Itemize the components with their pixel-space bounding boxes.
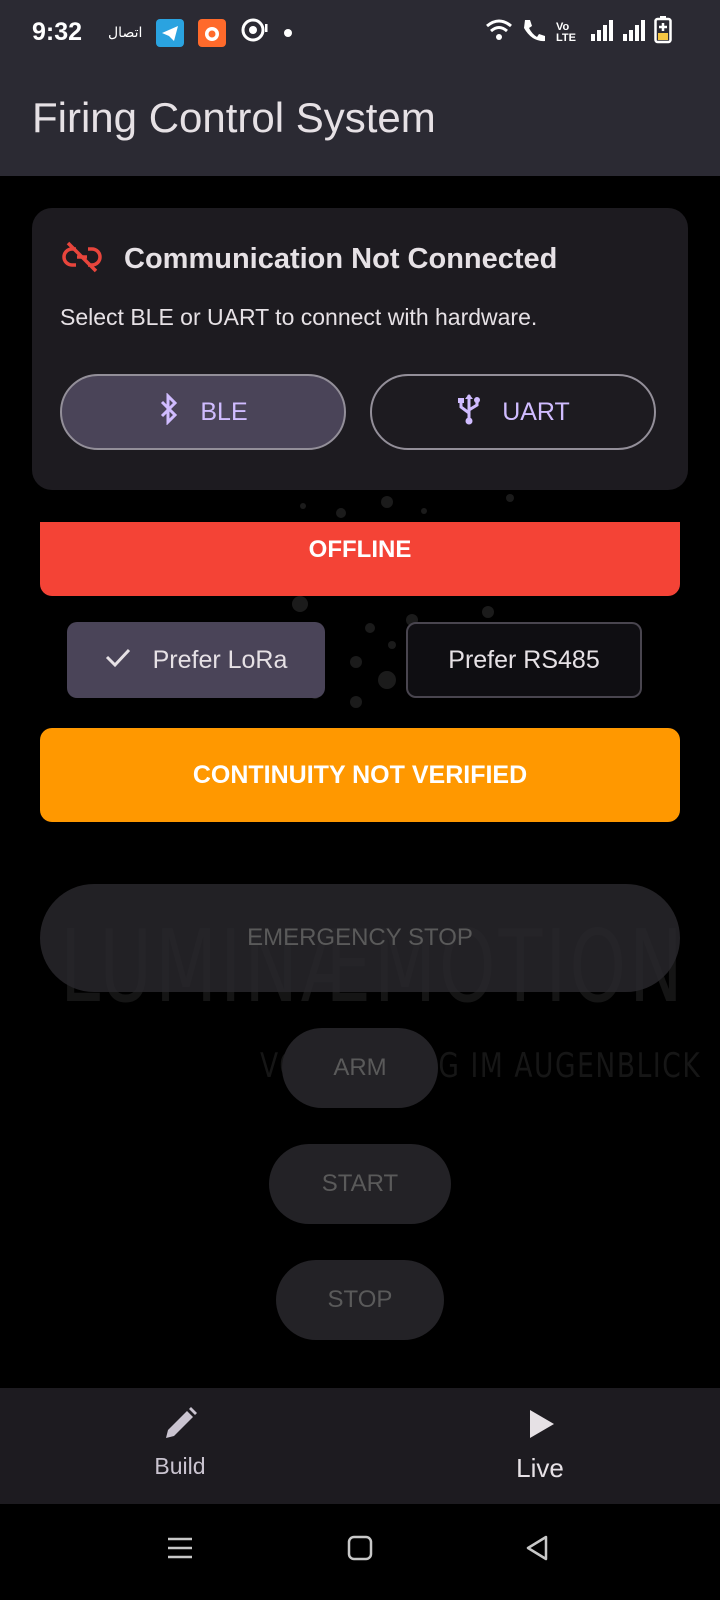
carrier-icon: اتصال xyxy=(108,24,143,40)
volte-label: Vo LTE xyxy=(556,20,576,44)
prefer-lora-label: Prefer LoRa xyxy=(152,645,288,674)
prefer-rs485-label: Prefer RS485 xyxy=(448,645,600,674)
status-icons-left: اتصال xyxy=(108,16,293,49)
stop-button[interactable]: STOP xyxy=(276,1260,444,1340)
offline-status-label: OFFLINE xyxy=(308,536,412,563)
ble-button[interactable]: BLE xyxy=(60,374,346,450)
telegram-icon xyxy=(156,18,185,47)
prefer-rs485-chip[interactable]: Prefer RS485 xyxy=(406,622,642,698)
communication-title: Communication Not Connected xyxy=(124,243,558,275)
signal-icon xyxy=(590,19,616,46)
usb-icon xyxy=(456,393,482,432)
start-button[interactable]: START xyxy=(269,1144,451,1224)
status-icons-right: Vo LTE xyxy=(484,16,672,49)
wifi-icon xyxy=(484,17,514,48)
continuity-status-label: CONTINUITY NOT VERIFIED xyxy=(192,761,528,789)
uart-button-label: UART xyxy=(502,397,570,426)
play-icon xyxy=(520,1410,560,1448)
arm-button[interactable]: ARM xyxy=(282,1028,438,1108)
signal-icon xyxy=(622,19,648,46)
status-time: 9:32 xyxy=(32,18,83,46)
dot-icon xyxy=(284,28,293,37)
communication-title-row: Communication Not Connected xyxy=(62,240,557,279)
link-off-icon xyxy=(62,240,102,279)
prefer-lora-chip[interactable]: Prefer LoRa xyxy=(67,622,325,698)
communication-subtitle: Select BLE or UART to connect with hardw… xyxy=(60,304,538,330)
emergency-stop-button[interactable]: EMERGENCY STOP xyxy=(40,884,680,992)
bluetooth-icon xyxy=(158,391,180,432)
bottom-navigation: Build Live xyxy=(0,1388,720,1504)
nav-item-live[interactable]: Live xyxy=(450,1404,630,1484)
continuity-status-bar: CONTINUITY NOT VERIFIED xyxy=(40,728,680,822)
app-icon xyxy=(198,18,227,47)
offline-status-bar: OFFLINE xyxy=(40,522,680,596)
pencil-icon xyxy=(160,1407,200,1448)
stop-label: STOP xyxy=(327,1286,393,1313)
nav-live-label: Live xyxy=(516,1453,564,1483)
podcast-icon xyxy=(240,16,270,49)
app-bar: Firing Control System xyxy=(0,64,720,176)
nav-build-label: Build xyxy=(154,1453,206,1479)
system-navigation-bar xyxy=(0,1504,720,1600)
start-label: START xyxy=(321,1170,399,1197)
ble-button-label: BLE xyxy=(200,397,248,426)
page-title: Firing Control System xyxy=(32,94,436,141)
status-bar: 9:32 اتصال Vo LTE xyxy=(0,0,720,64)
battery-icon xyxy=(654,16,672,49)
communication-card: Communication Not Connected Select BLE o… xyxy=(32,208,688,490)
nav-item-build[interactable]: Build xyxy=(90,1404,270,1480)
back-icon[interactable] xyxy=(524,1534,552,1567)
home-icon[interactable] xyxy=(346,1534,374,1567)
uart-button[interactable]: UART xyxy=(370,374,656,450)
emergency-stop-label: EMERGENCY STOP xyxy=(247,924,473,951)
check-icon xyxy=(105,646,131,675)
menu-icon[interactable] xyxy=(166,1534,194,1567)
arm-label: ARM xyxy=(333,1054,387,1081)
volte-call-icon xyxy=(520,16,550,49)
